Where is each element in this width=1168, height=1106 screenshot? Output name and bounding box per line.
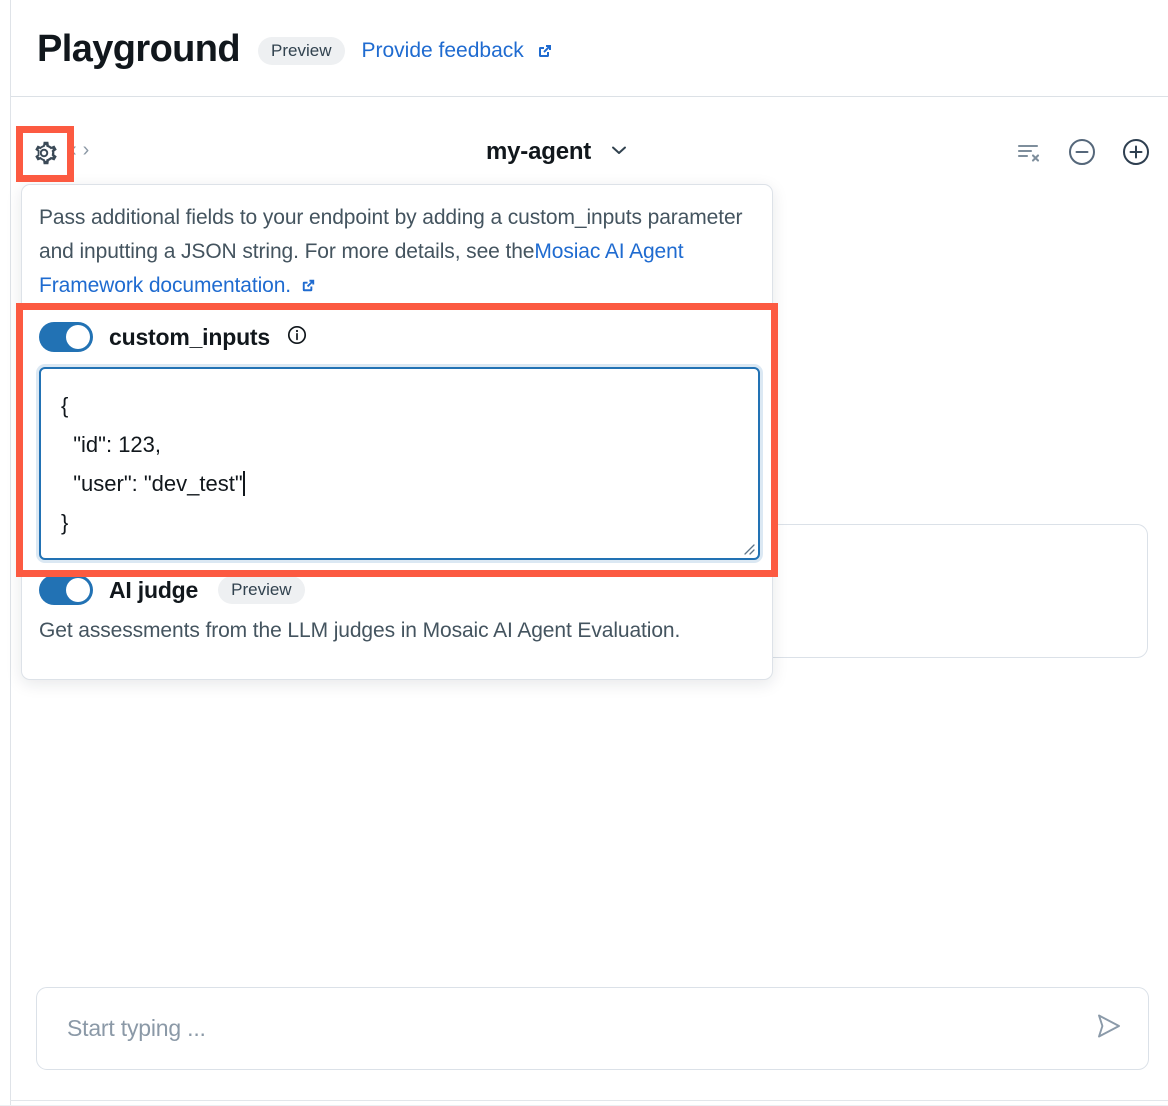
toolbar-actions: [1014, 136, 1152, 173]
ai-judge-label: AI judge: [109, 577, 198, 604]
send-message-button[interactable]: [1092, 1009, 1126, 1048]
clear-list-icon[interactable]: [1014, 137, 1044, 172]
provide-feedback-link[interactable]: Provide feedback: [362, 39, 555, 63]
custom-inputs-textarea[interactable]: { "id": 123, "user": "dev_test" }: [39, 367, 760, 560]
chevron-down-icon: [608, 139, 630, 166]
custom-inputs-label: custom_inputs: [109, 324, 270, 351]
provide-feedback-label: Provide feedback: [362, 39, 524, 63]
info-circle-icon[interactable]: [286, 324, 308, 351]
custom-inputs-editor-wrap: { "id": 123, "user": "dev_test" }: [39, 367, 760, 560]
previous-arrow-button[interactable]: ‹: [70, 140, 77, 160]
ai-judge-toggle[interactable]: [39, 575, 93, 605]
popover-description: Pass additional fields to your endpoint …: [39, 201, 761, 306]
ai-judge-description: Get assessments from the LLM judges in M…: [39, 619, 761, 643]
ai-judge-section: AI judge Preview Get assessments from th…: [39, 575, 761, 643]
agent-name-label: my-agent: [486, 138, 591, 166]
message-composer[interactable]: Start typing ...: [36, 987, 1149, 1070]
message-input-placeholder: Start typing ...: [67, 1015, 1092, 1042]
preview-badge: Preview: [258, 37, 344, 65]
custom-inputs-toggle-row: custom_inputs: [39, 322, 761, 352]
page-header: Playground Preview Provide feedback: [11, 0, 1168, 97]
page-title: Playground: [37, 30, 240, 68]
custom-inputs-toggle[interactable]: [39, 322, 93, 352]
gear-icon: [29, 138, 59, 173]
next-arrow-button[interactable]: ›: [83, 140, 90, 160]
ai-judge-preview-badge: Preview: [218, 576, 304, 604]
minus-circle-icon[interactable]: [1066, 136, 1098, 173]
toggle-knob: [66, 578, 90, 602]
history-nav-arrows: ‹ ›: [70, 140, 89, 160]
plus-circle-icon[interactable]: [1120, 136, 1152, 173]
settings-gear-button[interactable]: [25, 136, 63, 174]
settings-popover: Pass additional fields to your endpoint …: [21, 184, 773, 680]
custom-inputs-section: custom_inputs { "id": 123, "user": "dev_…: [39, 322, 761, 560]
window-bottom-border: [10, 1100, 1168, 1101]
external-link-icon: [535, 41, 555, 61]
custom-inputs-value-tail: }: [61, 510, 68, 535]
custom-inputs-value: { "id": 123, "user": "dev_test": [61, 393, 243, 496]
agent-selector-dropdown[interactable]: my-agent: [486, 138, 630, 166]
external-link-icon: [299, 272, 318, 306]
text-cursor: [243, 471, 245, 496]
ai-judge-toggle-row: AI judge Preview: [39, 575, 761, 605]
playground-page: Playground Preview Provide feedback ‹ › …: [0, 0, 1168, 1106]
send-icon: [1092, 1009, 1126, 1048]
toggle-knob: [66, 325, 90, 349]
